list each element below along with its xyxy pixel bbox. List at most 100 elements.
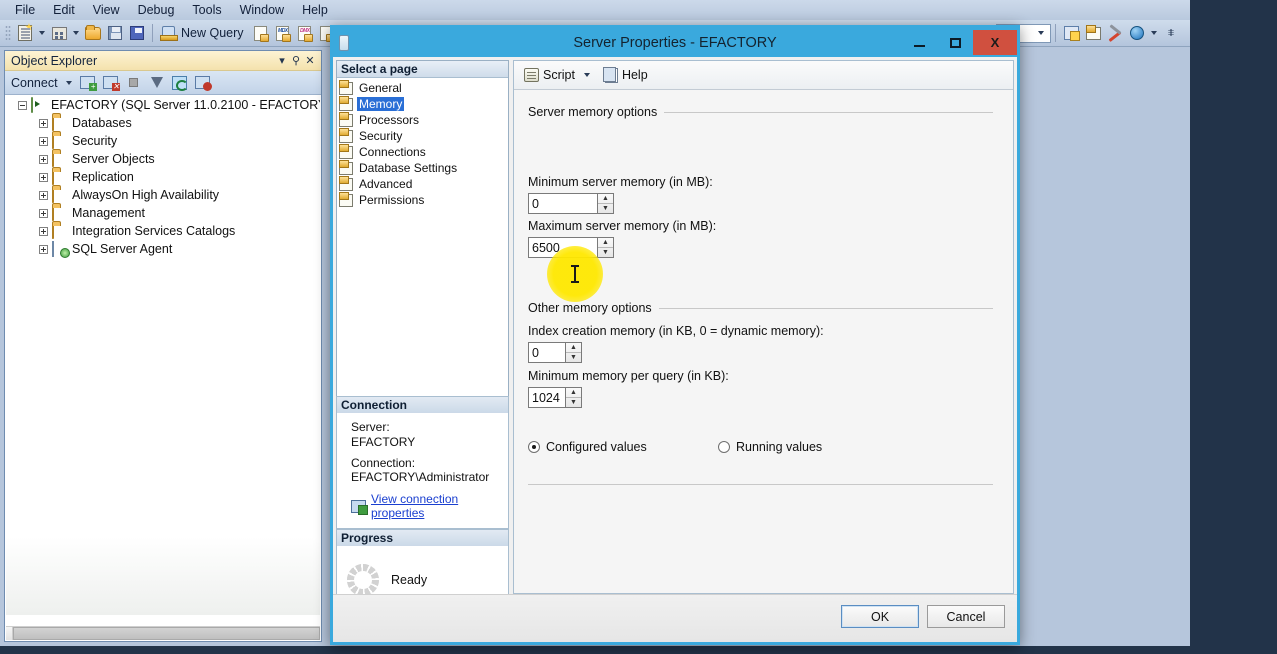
min-memory-spin-buttons[interactable]: ▲ ▼ [597, 193, 614, 214]
new-query-button[interactable] [157, 22, 179, 44]
toolbar-grip[interactable] [5, 24, 11, 42]
script-chevron-down-icon[interactable] [583, 73, 590, 77]
save-button[interactable] [104, 22, 126, 44]
page-item-processors[interactable]: Processors [339, 111, 508, 128]
ok-button[interactable]: OK [841, 605, 919, 628]
min-memory-spinner[interactable]: 0 ▲ ▼ [528, 193, 614, 214]
toolbar-overflow-button[interactable]: ⩨ [1160, 22, 1182, 44]
new-project-button[interactable] [14, 22, 36, 44]
properties-window-button[interactable] [1082, 22, 1104, 44]
tree-node-management[interactable]: Management [6, 204, 320, 222]
spin-up-icon[interactable]: ▲ [566, 343, 581, 353]
page-item-security[interactable]: Security [339, 127, 508, 144]
cancel-button[interactable]: Cancel [927, 605, 1005, 628]
object-explorer-button[interactable] [1060, 22, 1082, 44]
min-per-query-spin-buttons[interactable]: ▲ ▼ [565, 387, 582, 408]
expander-plus-icon[interactable] [39, 226, 48, 236]
disconnect-icon-button[interactable]: ✕ [101, 73, 121, 92]
spin-down-icon[interactable]: ▼ [598, 248, 613, 257]
maximize-button[interactable] [937, 30, 973, 55]
scrollbar-thumb[interactable] [12, 627, 320, 640]
menu-item-debug[interactable]: Debug [129, 1, 184, 19]
page-item-database-settings[interactable]: Database Settings [339, 159, 508, 176]
tools-button[interactable] [1104, 22, 1126, 44]
min-per-query-input[interactable]: 1024 [528, 387, 565, 408]
tree-node-server-objects[interactable]: Server Objects [6, 150, 320, 168]
help-button[interactable]: Help [602, 66, 650, 83]
menu-item-window[interactable]: Window [231, 1, 293, 19]
tree-node-replication[interactable]: Replication [6, 168, 320, 186]
object-explorer-horizontal-scrollbar[interactable] [6, 626, 320, 640]
menu-item-view[interactable]: View [84, 1, 129, 19]
spin-down-icon[interactable]: ▼ [566, 398, 581, 407]
open-file-button[interactable] [82, 22, 104, 44]
connect-icon-button[interactable]: + [78, 73, 98, 92]
expander-plus-icon[interactable] [39, 208, 48, 218]
panel-pin-icon[interactable]: ⚲ [289, 54, 303, 68]
stop-button[interactable] [124, 73, 144, 92]
running-values-radio[interactable]: Running values [718, 440, 822, 454]
close-button[interactable]: X [973, 30, 1017, 55]
connect-button[interactable]: Connect [11, 76, 60, 90]
index-memory-input[interactable]: 0 [528, 342, 565, 363]
object-explorer-tree[interactable]: EFACTORY (SQL Server 11.0.2100 - EFACTOR… [6, 96, 320, 615]
expander-plus-icon[interactable] [39, 118, 48, 128]
expander-plus-icon[interactable] [39, 244, 48, 254]
minimize-button[interactable] [901, 30, 937, 55]
view-connection-properties-link[interactable]: View connection properties [351, 492, 502, 520]
disconnect-all-button[interactable] [193, 73, 213, 92]
spin-up-icon[interactable]: ▲ [598, 194, 613, 204]
spin-up-icon[interactable]: ▲ [598, 238, 613, 248]
new-item-dropdown-icon[interactable] [73, 31, 79, 35]
tree-node-security[interactable]: Security [6, 132, 320, 150]
max-memory-input[interactable]: 6500 [528, 237, 597, 258]
new-mdx-query-button[interactable]: MDX [272, 22, 294, 44]
tree-node-databases[interactable]: Databases [6, 114, 320, 132]
page-item-memory[interactable]: Memory [339, 95, 508, 112]
new-dmx-query-button[interactable]: DMX [294, 22, 316, 44]
max-memory-spinner[interactable]: 6500 ▲ ▼ [528, 237, 614, 258]
new-query-label[interactable]: New Query [179, 26, 250, 40]
expander-plus-icon[interactable] [39, 190, 48, 200]
new-project-dropdown-icon[interactable] [39, 31, 45, 35]
max-memory-spin-buttons[interactable]: ▲ ▼ [597, 237, 614, 258]
min-memory-input[interactable]: 0 [528, 193, 597, 214]
panel-dropdown-icon[interactable]: ▾ [275, 54, 289, 68]
expander-plus-icon[interactable] [39, 172, 48, 182]
new-analysis-query-button[interactable] [250, 22, 272, 44]
spin-down-icon[interactable]: ▼ [566, 353, 581, 362]
index-memory-spin-buttons[interactable]: ▲ ▼ [565, 342, 582, 363]
web-browser-dropdown-icon[interactable] [1151, 31, 1157, 35]
dialog-titlebar[interactable]: Server Properties - EFACTORY X [333, 28, 1017, 57]
menu-item-file[interactable]: File [6, 1, 44, 19]
new-item-button[interactable] [48, 22, 70, 44]
connect-chevron-down-icon[interactable] [65, 80, 72, 85]
dialog-body: Select a page General Memory Processors … [333, 57, 1017, 642]
tree-node-integration-services[interactable]: Integration Services Catalogs [6, 222, 320, 240]
page-item-connections[interactable]: Connections [339, 143, 508, 160]
tree-node-root[interactable]: EFACTORY (SQL Server 11.0.2100 - EFACTOR… [6, 96, 320, 114]
filter-button[interactable] [147, 73, 167, 92]
panel-close-icon[interactable]: ✕ [303, 54, 317, 68]
save-all-button[interactable] [126, 22, 148, 44]
index-memory-spinner[interactable]: 0 ▲ ▼ [528, 342, 582, 363]
expander-minus-icon[interactable] [18, 100, 27, 110]
menu-item-help[interactable]: Help [293, 1, 337, 19]
menu-item-tools[interactable]: Tools [183, 1, 230, 19]
expander-plus-icon[interactable] [39, 154, 48, 164]
page-item-general[interactable]: General [339, 79, 508, 96]
spin-up-icon[interactable]: ▲ [566, 388, 581, 398]
menu-item-edit[interactable]: Edit [44, 1, 84, 19]
refresh-button[interactable] [170, 73, 190, 92]
tree-node-sql-server-agent[interactable]: SQL Server Agent [6, 240, 320, 258]
page-item-advanced[interactable]: Advanced [339, 175, 508, 192]
scroll-left-arrow-icon[interactable] [6, 627, 13, 640]
configured-values-radio[interactable]: Configured values [528, 440, 718, 454]
min-per-query-spinner[interactable]: 1024 ▲ ▼ [528, 387, 582, 408]
expander-plus-icon[interactable] [39, 136, 48, 146]
script-button[interactable]: Script [522, 68, 577, 82]
spin-down-icon[interactable]: ▼ [598, 204, 613, 213]
tree-node-alwayson[interactable]: AlwaysOn High Availability [6, 186, 320, 204]
page-item-permissions[interactable]: Permissions [339, 191, 508, 208]
web-browser-button[interactable] [1126, 22, 1148, 44]
